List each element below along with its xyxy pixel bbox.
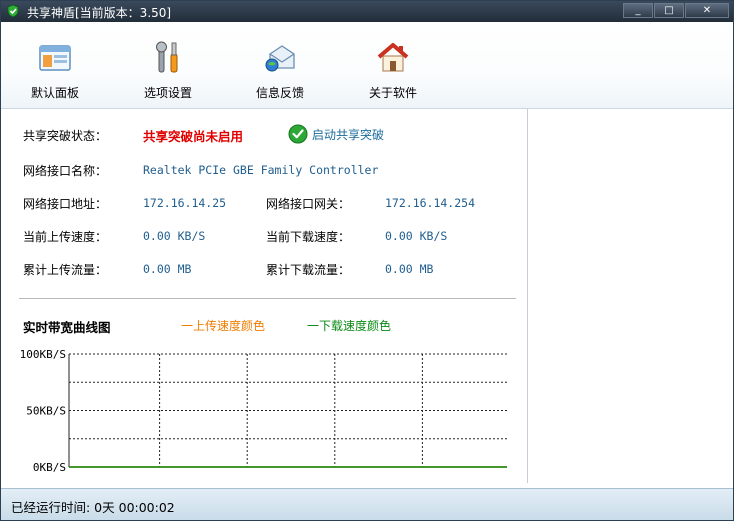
toolbar-feedback[interactable]: 信息反馈 [235,22,325,108]
iface-gw-value: 172.16.14.254 [385,196,476,210]
chart-title: 实时带宽曲线图 [23,320,111,335]
iface-gw-label: 网络接口网关： [266,197,351,211]
down-speed-label: 当前下载速度： [266,230,351,244]
title-bar[interactable]: 共享神盾[当前版本：3.50] _ □ ✕ [1,1,733,22]
window-controls: _ □ ✕ [622,3,729,18]
down-speed-value: 0.00 KB/S [385,229,448,243]
legend-upload: 一上传速度颜色 [181,319,266,333]
chart-y-tick-label: 50KB/S [26,405,66,418]
bandwidth-chart: 100KB/S 50KB/S 0KB/S [20,349,507,474]
home-icon [377,43,409,72]
toolbar-label: 默认面板 [30,86,79,100]
default-panel: 共享突破状态： 共享突破尚未启用 启动共享突破 网络接口名称： Realtek … [1,109,733,489]
run-time-text: 已经运行时间: 0天 00:00:02 [11,500,175,515]
chart-y-tick-label: 100KB/S [20,349,66,361]
side-panel-divider [527,109,528,483]
down-total-label: 累计下载流量： [266,263,351,277]
section-divider [19,298,516,299]
up-total-label: 累计上传流量： [23,263,108,277]
toolbar-label: 信息反馈 [255,86,304,100]
toolbar: 默认面板 选项设置 信息反馈 关于软件 [1,22,733,109]
enable-share-label: 启动共享突破 [312,128,385,142]
panel-icon [39,45,71,71]
minimize-button[interactable]: _ [623,3,653,18]
legend-download: 一下载速度颜色 [307,319,392,333]
shield-check-icon [7,4,19,18]
up-speed-value: 0.00 KB/S [143,229,206,243]
down-total-value: 0.00 MB [385,262,434,276]
iface-addr-value: 172.16.14.25 [143,196,227,210]
status-bar: 已经运行时间: 0天 00:00:02 [1,488,733,520]
toolbar-options[interactable]: 选项设置 [123,22,213,108]
close-button[interactable]: ✕ [685,3,729,18]
up-total-value: 0.00 MB [143,262,192,276]
iface-addr-label: 网络接口地址： [23,197,108,211]
toolbar-label: 关于软件 [368,86,417,100]
toolbar-about[interactable]: 关于软件 [348,22,438,108]
iface-name-value: Realtek PCIe GBE Family Controller [143,163,379,177]
up-speed-label: 当前上传速度： [23,230,108,244]
window-title: 共享神盾[当前版本：3.50] [27,6,172,20]
chart-y-tick-label: 0KB/S [33,461,66,474]
share-state-value: 共享突破尚未启用 [143,129,244,144]
share-state-label: 共享突破状态： [23,129,108,143]
iface-name-label: 网络接口名称： [23,164,108,178]
feedback-mail-icon [265,45,295,72]
check-circle-icon [288,124,308,144]
toolbar-default-panel[interactable]: 默认面板 [10,22,100,108]
maximize-button[interactable]: □ [654,3,684,18]
main-window: 共享神盾[当前版本：3.50] _ □ ✕ 默认面板 选项设置 信息反馈 关于软… [0,0,734,521]
toolbar-label: 选项设置 [143,86,192,100]
tools-icon [156,41,178,73]
